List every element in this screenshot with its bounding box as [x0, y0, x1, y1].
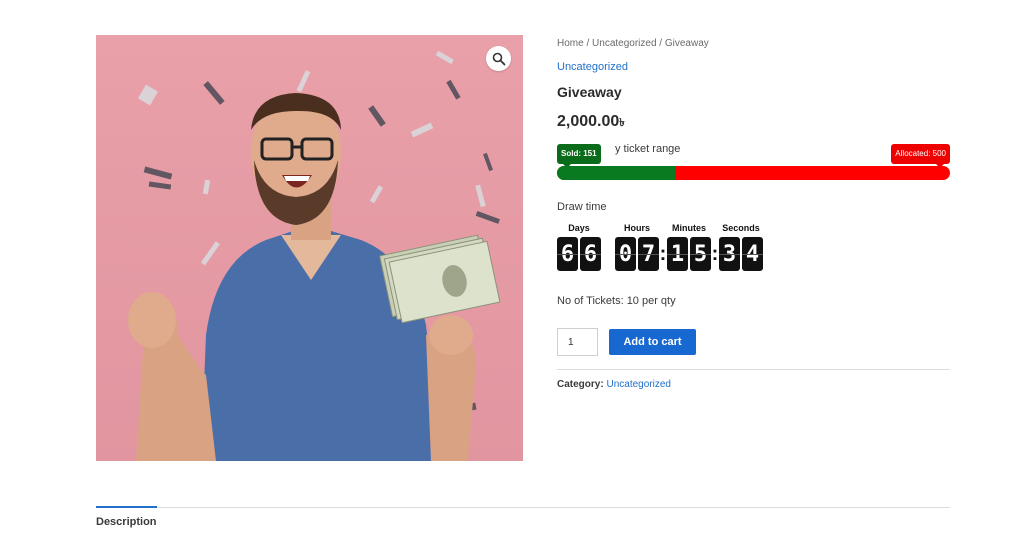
minutes-digit: 5	[690, 237, 711, 271]
minutes-label: Minutes	[671, 223, 706, 233]
quantity-input[interactable]	[557, 328, 598, 356]
price-amount: 2,000.00	[557, 113, 620, 130]
product-photo-illustration	[128, 50, 501, 461]
currency-symbol: ৳	[619, 117, 625, 129]
zoom-button[interactable]	[486, 46, 511, 71]
countdown-days: Days 6 6	[557, 223, 601, 271]
draw-time-label: Draw time	[557, 201, 607, 213]
product-summary: Home / Uncategorized / Giveaway Uncatego…	[557, 36, 950, 390]
add-to-cart-button[interactable]: Add to cart	[609, 329, 696, 355]
countdown-separator: :	[659, 243, 667, 265]
product-category-link[interactable]: Uncategorized	[557, 61, 628, 73]
tabs-divider	[96, 507, 950, 508]
breadcrumb: Home / Uncategorized / Giveaway	[557, 36, 950, 52]
countdown-minutes: Minutes 1 5	[667, 223, 711, 271]
add-to-cart-form: Add to cart	[557, 328, 950, 356]
breadcrumb-separator: /	[656, 38, 665, 49]
product-title: Giveaway	[557, 84, 622, 100]
seconds-digit: 4	[742, 237, 763, 271]
tickets-per-qty: No of Tickets: 10 per qty	[557, 295, 676, 307]
countdown-seconds: Seconds 3 4	[719, 223, 763, 271]
breadcrumb-current: Giveaway	[664, 38, 709, 49]
ticket-progress-fill	[557, 166, 676, 180]
countdown-hours: Hours 0 7	[615, 223, 659, 271]
breadcrumb-home[interactable]: Home	[557, 38, 584, 49]
breadcrumb-separator: /	[583, 38, 593, 49]
hours-digit: 0	[615, 237, 636, 271]
hours-digit: 7	[638, 237, 659, 271]
sold-tooltip: Sold: 151	[557, 144, 601, 168]
hours-label: Hours	[623, 223, 650, 233]
days-digit: 6	[557, 237, 578, 271]
seconds-label: Seconds	[722, 223, 760, 233]
product-price: 2,000.00৳	[557, 113, 950, 133]
magnifier-icon	[492, 52, 505, 65]
allocated-tooltip: Allocated: 500	[891, 144, 950, 168]
minutes-digit: 1	[667, 237, 688, 271]
divider	[557, 369, 950, 370]
countdown-timer: Days 6 6 Hours 0 7 : Minutes 1 5 : Secon…	[557, 223, 950, 271]
ticket-range: y ticket range Sold: 151 Allocated: 500	[557, 143, 950, 180]
ticket-range-label: y ticket range	[615, 143, 681, 155]
category-prefix: Category:	[557, 379, 604, 390]
active-tab-indicator	[96, 506, 157, 508]
countdown-separator: :	[711, 243, 719, 265]
breadcrumb-category[interactable]: Uncategorized	[592, 38, 656, 49]
product-image[interactable]	[96, 35, 523, 461]
product-meta-category: Category: Uncategorized	[557, 379, 950, 390]
category-value-link[interactable]: Uncategorized	[606, 379, 670, 390]
seconds-digit: 3	[719, 237, 740, 271]
tab-description[interactable]: Description	[96, 516, 157, 528]
ticket-progress-bar	[557, 166, 950, 180]
days-digit: 6	[580, 237, 601, 271]
days-label: Days	[568, 223, 590, 233]
